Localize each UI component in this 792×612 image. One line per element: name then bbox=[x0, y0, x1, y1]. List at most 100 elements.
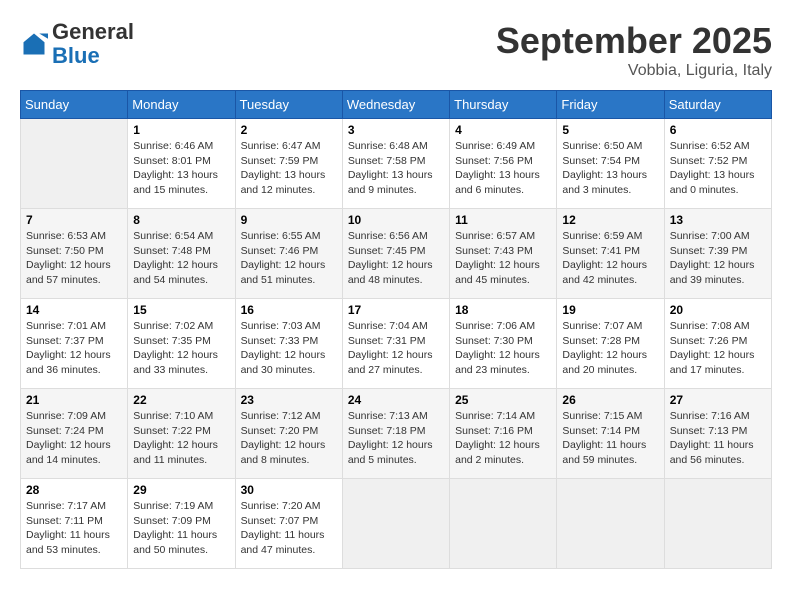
day-detail: Sunrise: 6:57 AMSunset: 7:43 PMDaylight:… bbox=[455, 230, 540, 286]
day-detail: Sunrise: 7:09 AMSunset: 7:24 PMDaylight:… bbox=[26, 410, 111, 466]
day-number: 9 bbox=[241, 213, 337, 227]
day-detail: Sunrise: 6:59 AMSunset: 7:41 PMDaylight:… bbox=[562, 230, 647, 286]
day-detail: Sunrise: 7:13 AMSunset: 7:18 PMDaylight:… bbox=[348, 410, 433, 466]
day-header-thursday: Thursday bbox=[450, 91, 557, 119]
day-number: 20 bbox=[670, 303, 766, 317]
day-number: 13 bbox=[670, 213, 766, 227]
day-detail: Sunrise: 7:16 AMSunset: 7:13 PMDaylight:… bbox=[670, 410, 754, 466]
day-detail: Sunrise: 7:08 AMSunset: 7:26 PMDaylight:… bbox=[670, 320, 755, 376]
calendar-cell: 15 Sunrise: 7:02 AMSunset: 7:35 PMDayligh… bbox=[128, 299, 235, 389]
calendar-cell: 24 Sunrise: 7:13 AMSunset: 7:18 PMDayligh… bbox=[342, 389, 449, 479]
day-header-wednesday: Wednesday bbox=[342, 91, 449, 119]
day-detail: Sunrise: 6:54 AMSunset: 7:48 PMDaylight:… bbox=[133, 230, 218, 286]
title-block: September 2025 Vobbia, Liguria, Italy bbox=[496, 20, 772, 80]
day-number: 21 bbox=[26, 393, 122, 407]
day-header-tuesday: Tuesday bbox=[235, 91, 342, 119]
day-header-sunday: Sunday bbox=[21, 91, 128, 119]
calendar-cell bbox=[450, 479, 557, 569]
day-detail: Sunrise: 7:06 AMSunset: 7:30 PMDaylight:… bbox=[455, 320, 540, 376]
calendar-table: SundayMondayTuesdayWednesdayThursdayFrid… bbox=[20, 90, 772, 569]
calendar-week-1: 1Sunrise: 6:46 AMSunset: 8:01 PMDaylight… bbox=[21, 119, 772, 209]
calendar-cell: 9 Sunrise: 6:55 AMSunset: 7:46 PMDaylight… bbox=[235, 209, 342, 299]
day-detail: Sunrise: 6:56 AMSunset: 7:45 PMDaylight:… bbox=[348, 230, 433, 286]
day-number: 10 bbox=[348, 213, 444, 227]
calendar-cell: 14 Sunrise: 7:01 AMSunset: 7:37 PMDayligh… bbox=[21, 299, 128, 389]
day-number: 12 bbox=[562, 213, 658, 227]
day-number: 14 bbox=[26, 303, 122, 317]
calendar-cell: 6 Sunrise: 6:52 AMSunset: 7:52 PMDaylight… bbox=[664, 119, 771, 209]
day-detail: Sunrise: 7:19 AMSunset: 7:09 PMDaylight:… bbox=[133, 500, 217, 556]
logo-blue: Blue bbox=[52, 43, 100, 68]
day-number: 17 bbox=[348, 303, 444, 317]
calendar-cell bbox=[664, 479, 771, 569]
day-detail: Sunrise: 6:47 AMSunset: 7:59 PMDaylight:… bbox=[241, 140, 326, 196]
day-number: 28 bbox=[26, 483, 122, 497]
day-detail: Sunrise: 6:53 AMSunset: 7:50 PMDaylight:… bbox=[26, 230, 111, 286]
day-detail: Sunrise: 7:17 AMSunset: 7:11 PMDaylight:… bbox=[26, 500, 110, 556]
calendar-cell: 22 Sunrise: 7:10 AMSunset: 7:22 PMDayligh… bbox=[128, 389, 235, 479]
logo-icon bbox=[20, 30, 48, 58]
day-number: 6 bbox=[670, 123, 766, 137]
calendar-cell bbox=[342, 479, 449, 569]
day-number: 27 bbox=[670, 393, 766, 407]
day-detail: Sunrise: 7:15 AMSunset: 7:14 PMDaylight:… bbox=[562, 410, 646, 466]
day-number: 30 bbox=[241, 483, 337, 497]
day-number: 7 bbox=[26, 213, 122, 227]
calendar-cell: 16 Sunrise: 7:03 AMSunset: 7:33 PMDayligh… bbox=[235, 299, 342, 389]
calendar-cell bbox=[557, 479, 664, 569]
day-number: 19 bbox=[562, 303, 658, 317]
day-detail: Sunrise: 6:55 AMSunset: 7:46 PMDaylight:… bbox=[241, 230, 326, 286]
day-number: 11 bbox=[455, 213, 551, 227]
day-detail: Sunrise: 7:01 AMSunset: 7:37 PMDaylight:… bbox=[26, 320, 111, 376]
day-number: 22 bbox=[133, 393, 229, 407]
calendar-cell: 11 Sunrise: 6:57 AMSunset: 7:43 PMDayligh… bbox=[450, 209, 557, 299]
day-number: 8 bbox=[133, 213, 229, 227]
calendar-cell: 29Sunrise: 7:19 AMSunset: 7:09 PMDayligh… bbox=[128, 479, 235, 569]
calendar-cell bbox=[21, 119, 128, 209]
calendar-week-4: 21 Sunrise: 7:09 AMSunset: 7:24 PMDayligh… bbox=[21, 389, 772, 479]
day-detail: Sunrise: 6:52 AMSunset: 7:52 PMDaylight:… bbox=[670, 140, 755, 196]
calendar-cell: 26 Sunrise: 7:15 AMSunset: 7:14 PMDayligh… bbox=[557, 389, 664, 479]
day-number: 1 bbox=[133, 123, 229, 137]
day-detail: Sunrise: 7:07 AMSunset: 7:28 PMDaylight:… bbox=[562, 320, 647, 376]
day-number: 15 bbox=[133, 303, 229, 317]
calendar-cell: 10 Sunrise: 6:56 AMSunset: 7:45 PMDayligh… bbox=[342, 209, 449, 299]
day-header-monday: Monday bbox=[128, 91, 235, 119]
calendar-cell: 1Sunrise: 6:46 AMSunset: 8:01 PMDaylight… bbox=[128, 119, 235, 209]
calendar-cell: 17 Sunrise: 7:04 AMSunset: 7:31 PMDayligh… bbox=[342, 299, 449, 389]
calendar-cell: 21 Sunrise: 7:09 AMSunset: 7:24 PMDayligh… bbox=[21, 389, 128, 479]
day-header-saturday: Saturday bbox=[664, 91, 771, 119]
day-number: 26 bbox=[562, 393, 658, 407]
calendar-cell: 5Sunrise: 6:50 AMSunset: 7:54 PMDaylight… bbox=[557, 119, 664, 209]
calendar-cell: 13 Sunrise: 7:00 AMSunset: 7:39 PMDayligh… bbox=[664, 209, 771, 299]
day-detail: Sunrise: 7:00 AMSunset: 7:39 PMDaylight:… bbox=[670, 230, 755, 286]
calendar-cell: 23Sunrise: 7:12 AMSunset: 7:20 PMDayligh… bbox=[235, 389, 342, 479]
calendar-cell: 19 Sunrise: 7:07 AMSunset: 7:28 PMDayligh… bbox=[557, 299, 664, 389]
day-detail: Sunrise: 7:04 AMSunset: 7:31 PMDaylight:… bbox=[348, 320, 433, 376]
calendar-header: SundayMondayTuesdayWednesdayThursdayFrid… bbox=[21, 91, 772, 119]
day-detail: Sunrise: 7:03 AMSunset: 7:33 PMDaylight:… bbox=[241, 320, 326, 376]
calendar-cell: 27 Sunrise: 7:16 AMSunset: 7:13 PMDayligh… bbox=[664, 389, 771, 479]
calendar-cell: 4Sunrise: 6:49 AMSunset: 7:56 PMDaylight… bbox=[450, 119, 557, 209]
logo-general: General bbox=[52, 19, 134, 44]
calendar-body: 1Sunrise: 6:46 AMSunset: 8:01 PMDaylight… bbox=[21, 119, 772, 569]
calendar-cell: 3Sunrise: 6:48 AMSunset: 7:58 PMDaylight… bbox=[342, 119, 449, 209]
calendar-cell: 18 Sunrise: 7:06 AMSunset: 7:30 PMDayligh… bbox=[450, 299, 557, 389]
day-number: 2 bbox=[241, 123, 337, 137]
day-detail: Sunrise: 7:02 AMSunset: 7:35 PMDaylight:… bbox=[133, 320, 218, 376]
header-row: SundayMondayTuesdayWednesdayThursdayFrid… bbox=[21, 91, 772, 119]
day-number: 18 bbox=[455, 303, 551, 317]
day-number: 4 bbox=[455, 123, 551, 137]
calendar-cell: 8 Sunrise: 6:54 AMSunset: 7:48 PMDaylight… bbox=[128, 209, 235, 299]
calendar-week-3: 14 Sunrise: 7:01 AMSunset: 7:37 PMDayligh… bbox=[21, 299, 772, 389]
day-number: 3 bbox=[348, 123, 444, 137]
day-number: 25 bbox=[455, 393, 551, 407]
day-number: 16 bbox=[241, 303, 337, 317]
calendar-week-2: 7 Sunrise: 6:53 AMSunset: 7:50 PMDaylight… bbox=[21, 209, 772, 299]
day-detail: Sunrise: 7:10 AMSunset: 7:22 PMDaylight:… bbox=[133, 410, 218, 466]
calendar-cell: 25Sunrise: 7:14 AMSunset: 7:16 PMDayligh… bbox=[450, 389, 557, 479]
day-number: 24 bbox=[348, 393, 444, 407]
day-number: 5 bbox=[562, 123, 658, 137]
day-detail: Sunrise: 7:20 AMSunset: 7:07 PMDaylight:… bbox=[241, 500, 325, 556]
day-detail: Sunrise: 7:12 AMSunset: 7:20 PMDaylight:… bbox=[241, 410, 326, 466]
